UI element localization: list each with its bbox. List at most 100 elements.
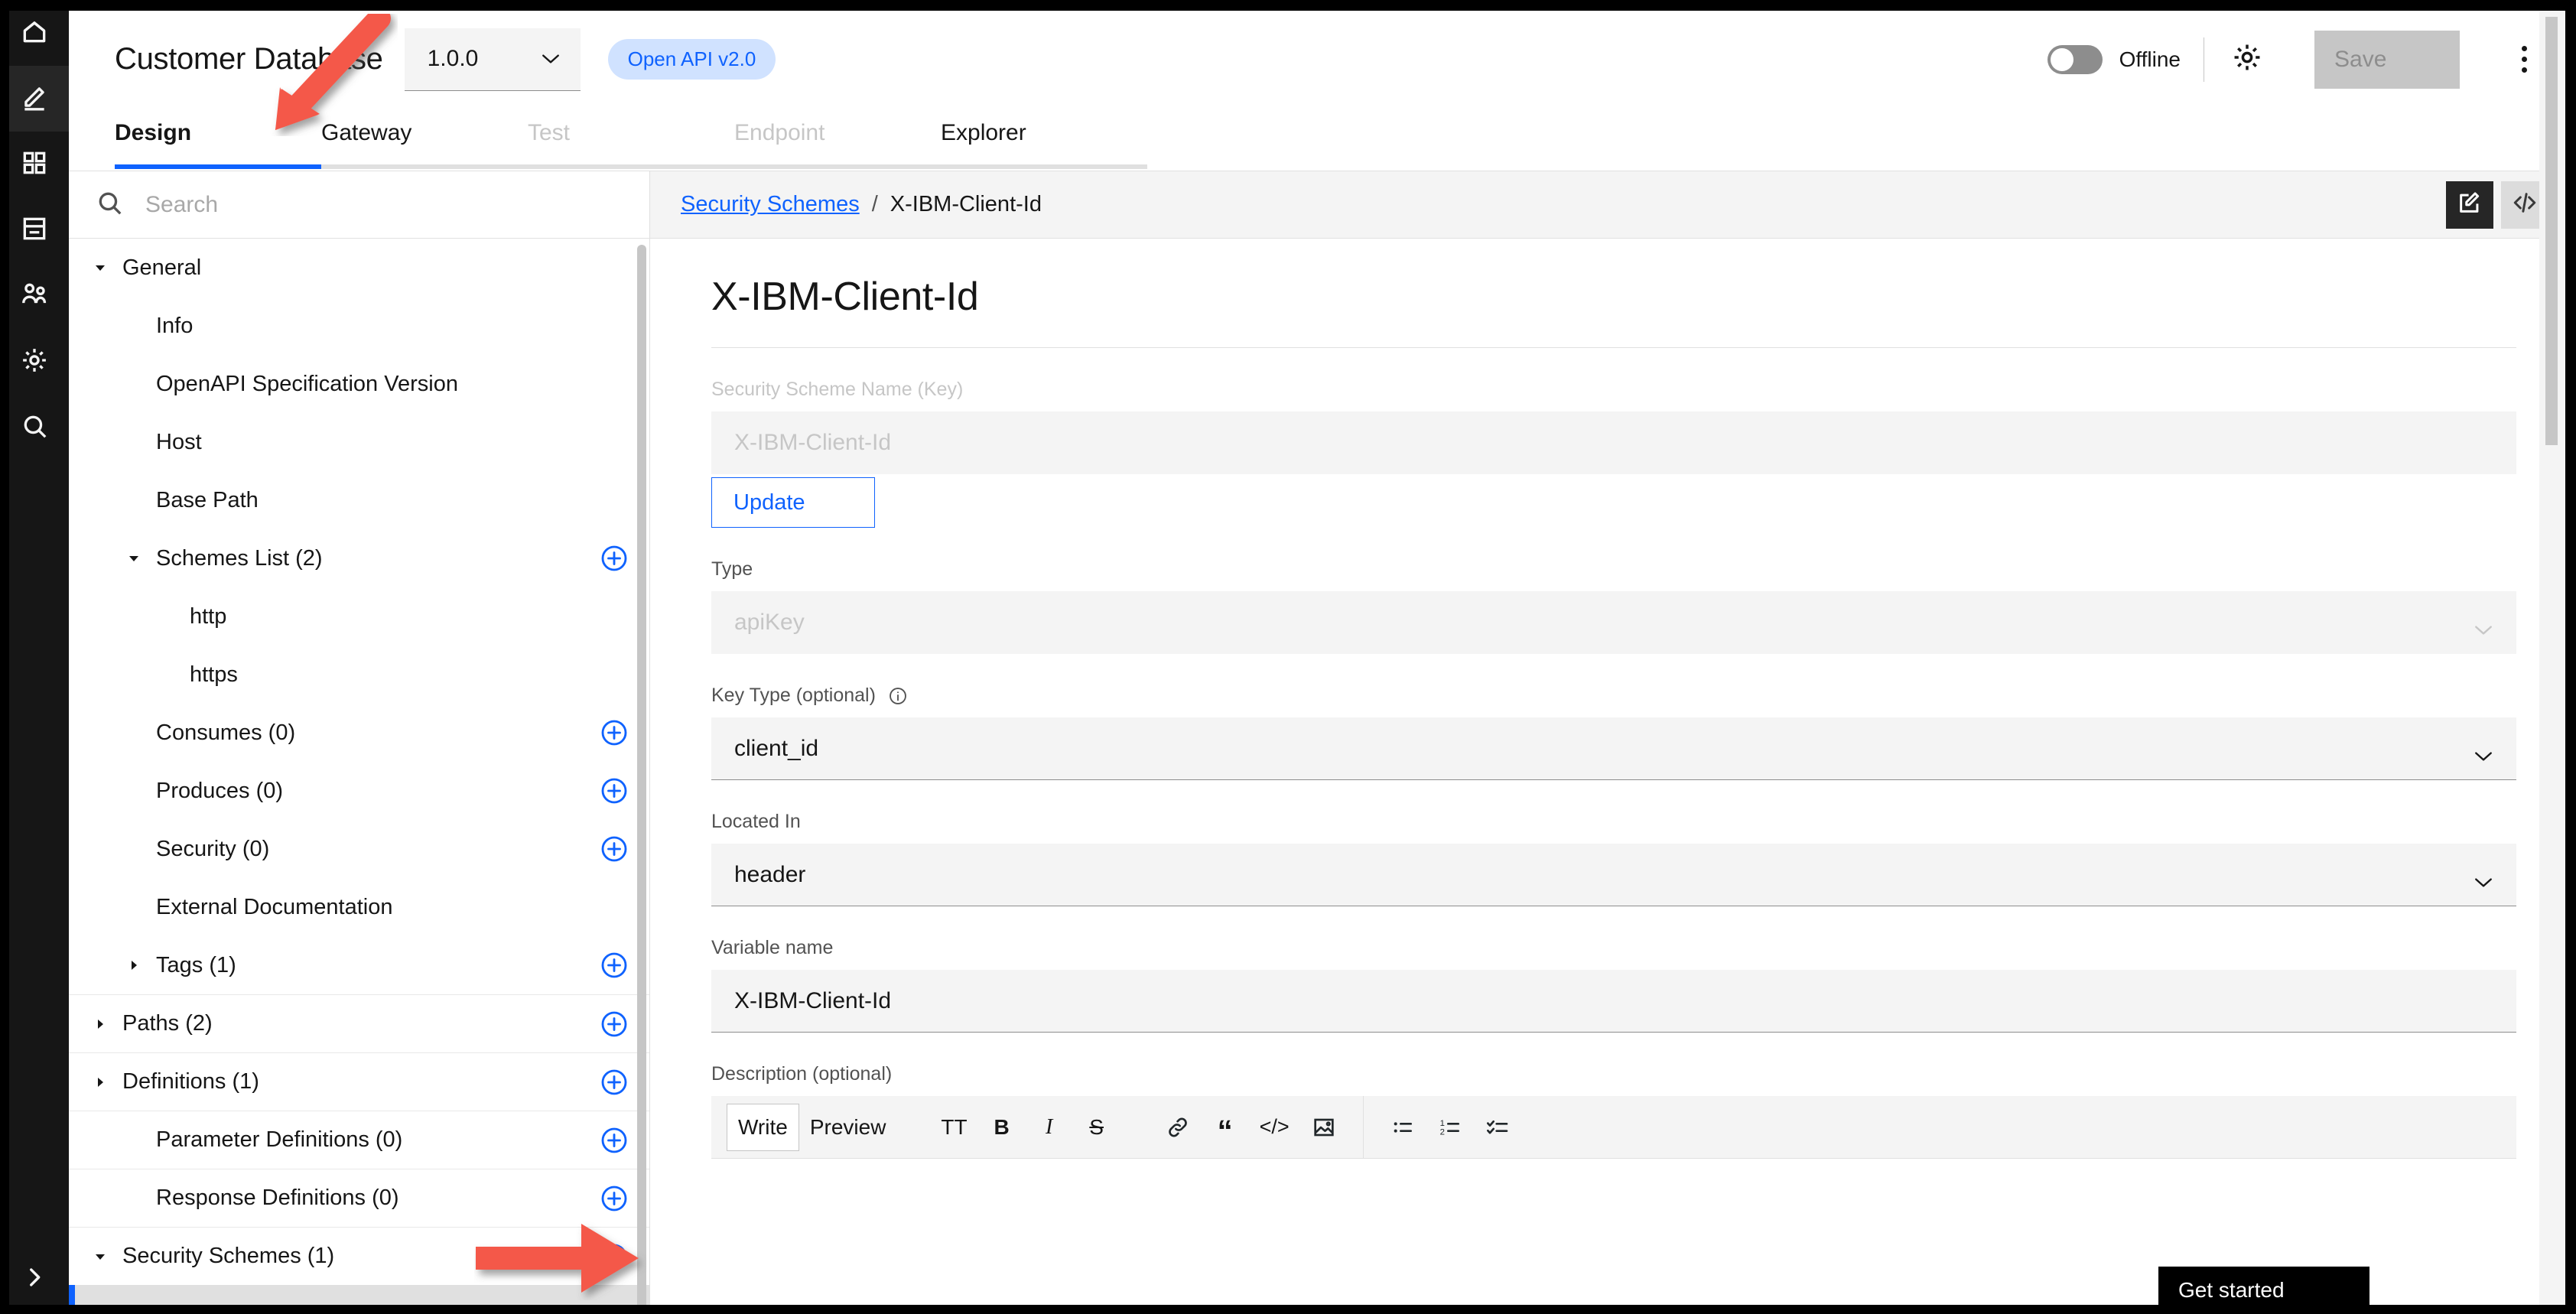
breadcrumb: Security Schemes / X-IBM-Client-Id bbox=[650, 171, 2576, 239]
add-item-icon[interactable] bbox=[600, 951, 628, 979]
markdown-write-tab[interactable]: Write bbox=[727, 1103, 799, 1151]
code-brackets-icon bbox=[2512, 190, 2538, 220]
sidebar-tree-item[interactable]: Response Definitions (0) bbox=[69, 1169, 649, 1227]
field-description: Description (optional) Write Preview TT … bbox=[711, 1063, 2516, 1273]
field-label-text: Key Type (optional) bbox=[711, 685, 876, 706]
openapi-version-badge[interactable]: Open API v2.0 bbox=[607, 39, 776, 80]
bulleted-list-icon[interactable] bbox=[1379, 1104, 1426, 1151]
sidebar-tree-item[interactable]: Tags (1) bbox=[69, 936, 649, 994]
rail-item-apps[interactable] bbox=[0, 132, 69, 197]
add-item-icon[interactable] bbox=[600, 1243, 628, 1270]
sidebar-tree-item[interactable]: http bbox=[69, 587, 649, 646]
sidebar-scrollbar[interactable] bbox=[637, 245, 646, 1314]
sidebar-tree-item-label: Produces (0) bbox=[156, 778, 284, 803]
offline-toggle-group[interactable]: Offline bbox=[2047, 44, 2181, 74]
sidebar-tree-item[interactable]: External Documentation bbox=[69, 878, 649, 936]
strikethrough-icon[interactable]: S bbox=[1073, 1104, 1120, 1151]
chevron-down-icon bbox=[2474, 869, 2493, 887]
add-item-icon[interactable] bbox=[600, 1185, 628, 1212]
sidebar-tree-item[interactable]: https bbox=[69, 646, 649, 704]
link-icon[interactable] bbox=[1154, 1104, 1202, 1151]
add-item-icon[interactable] bbox=[600, 1068, 628, 1096]
sidebar-tree-item[interactable]: Definitions (1) bbox=[69, 1052, 649, 1111]
breadcrumb-separator: / bbox=[871, 192, 878, 216]
sidebar-tree-item[interactable]: Produces (0) bbox=[69, 762, 649, 820]
header-settings-button[interactable] bbox=[2227, 40, 2267, 80]
image-icon[interactable] bbox=[1300, 1104, 1348, 1151]
toolbar-divider bbox=[1362, 1095, 1364, 1159]
field-label: Located In bbox=[711, 811, 801, 832]
sidebar-tree-item[interactable]: Host bbox=[69, 413, 649, 471]
add-item-icon[interactable] bbox=[600, 1010, 628, 1038]
window-frame-left bbox=[0, 0, 9, 1314]
sidebar-tree-item-label: Base Path bbox=[156, 487, 259, 512]
tab-gateway[interactable]: Gateway bbox=[321, 119, 528, 164]
chevron-down-icon[interactable] bbox=[122, 547, 145, 570]
chevron-right-icon[interactable] bbox=[89, 1071, 112, 1094]
sidebar-tree-item[interactable]: General bbox=[69, 239, 649, 297]
chevron-down-icon[interactable] bbox=[89, 256, 112, 279]
add-item-icon[interactable] bbox=[600, 835, 628, 863]
key-type-select[interactable]: client_id bbox=[711, 717, 2516, 780]
add-item-icon[interactable] bbox=[600, 545, 628, 572]
sidebar-tree-item[interactable]: Base Path bbox=[69, 471, 649, 529]
rail-item-design[interactable] bbox=[0, 66, 69, 132]
sidebar-tree-item[interactable]: Security Schemes (1) bbox=[69, 1227, 649, 1285]
rail-item-members[interactable] bbox=[0, 263, 69, 329]
rail-spacer bbox=[0, 460, 69, 1244]
sidebar-tree-item-label: Host bbox=[156, 429, 202, 454]
tab-explorer[interactable]: Explorer bbox=[941, 119, 1147, 164]
tab-design[interactable]: Design bbox=[115, 119, 321, 164]
version-select[interactable]: 1.0.0 bbox=[404, 28, 581, 91]
info-icon[interactable] bbox=[888, 686, 908, 706]
form-view-button[interactable] bbox=[2446, 181, 2493, 229]
sidebar-tree-item-label: http bbox=[190, 603, 227, 629]
add-item-icon[interactable] bbox=[600, 777, 628, 805]
heading-icon[interactable]: TT bbox=[930, 1104, 977, 1151]
field-label: Description (optional) bbox=[711, 1063, 893, 1085]
page-scrollbar[interactable] bbox=[2545, 17, 2558, 445]
rail-expand-button[interactable] bbox=[0, 1244, 69, 1314]
bold-icon[interactable]: B bbox=[978, 1104, 1026, 1151]
security-scheme-name-input[interactable]: X-IBM-Client-Id bbox=[711, 411, 2516, 474]
description-textarea[interactable] bbox=[711, 1159, 2516, 1273]
chevron-right-icon[interactable] bbox=[89, 1013, 112, 1036]
left-icon-rail bbox=[0, 0, 69, 1314]
svg-text:1: 1 bbox=[1439, 1119, 1444, 1128]
field-key-type: Key Type (optional) client_id bbox=[711, 685, 2516, 780]
design-sidebar: General Info OpenAPI Specification Version… bbox=[69, 171, 650, 1314]
located-in-select[interactable]: header bbox=[711, 844, 2516, 906]
sidebar-tree-item[interactable]: Security (0) bbox=[69, 820, 649, 878]
chevron-right-icon[interactable] bbox=[122, 954, 145, 977]
sidebar-tree-item[interactable]: Schemes List (2) bbox=[69, 529, 649, 587]
add-item-icon[interactable] bbox=[600, 719, 628, 746]
sidebar-tree-item[interactable]: Consumes (0) bbox=[69, 704, 649, 762]
chevron-down-icon[interactable] bbox=[89, 1245, 112, 1268]
search-input[interactable] bbox=[145, 191, 626, 218]
code-icon[interactable]: </> bbox=[1249, 1104, 1300, 1151]
numbered-list-icon[interactable]: 12 bbox=[1426, 1104, 1474, 1151]
variable-name-input[interactable]: X-IBM-Client-Id bbox=[711, 970, 2516, 1033]
add-item-icon[interactable] bbox=[600, 1127, 628, 1154]
tab-underline-bar bbox=[69, 164, 2576, 171]
sidebar-tree-item[interactable]: OpenAPI Specification Version bbox=[69, 355, 649, 413]
rail-item-search[interactable] bbox=[0, 395, 69, 460]
rail-item-settings[interactable] bbox=[0, 329, 69, 395]
breadcrumb-parent-link[interactable]: Security Schemes bbox=[681, 192, 860, 217]
offline-toggle[interactable] bbox=[2047, 44, 2103, 74]
update-button[interactable]: Update bbox=[711, 477, 875, 528]
sidebar-tree-item[interactable]: Paths (2) bbox=[69, 994, 649, 1052]
sidebar-tree-item[interactable]: Info bbox=[69, 297, 649, 355]
quote-icon[interactable]: “ bbox=[1202, 1104, 1249, 1151]
sidebar-tree-item-label: Security Schemes (1) bbox=[122, 1244, 335, 1268]
rail-item-catalog[interactable] bbox=[0, 197, 69, 263]
save-button[interactable]: Save bbox=[2314, 30, 2460, 89]
markdown-preview-tab[interactable]: Preview bbox=[799, 1104, 897, 1151]
search-icon bbox=[95, 188, 124, 221]
version-select-value: 1.0.0 bbox=[427, 46, 479, 71]
search-icon bbox=[20, 411, 49, 444]
field-variable-name: Variable name X-IBM-Client-Id bbox=[711, 937, 2516, 1033]
task-list-icon[interactable] bbox=[1474, 1104, 1521, 1151]
italic-icon[interactable]: I bbox=[1026, 1104, 1073, 1151]
sidebar-tree-item[interactable]: Parameter Definitions (0) bbox=[69, 1111, 649, 1169]
